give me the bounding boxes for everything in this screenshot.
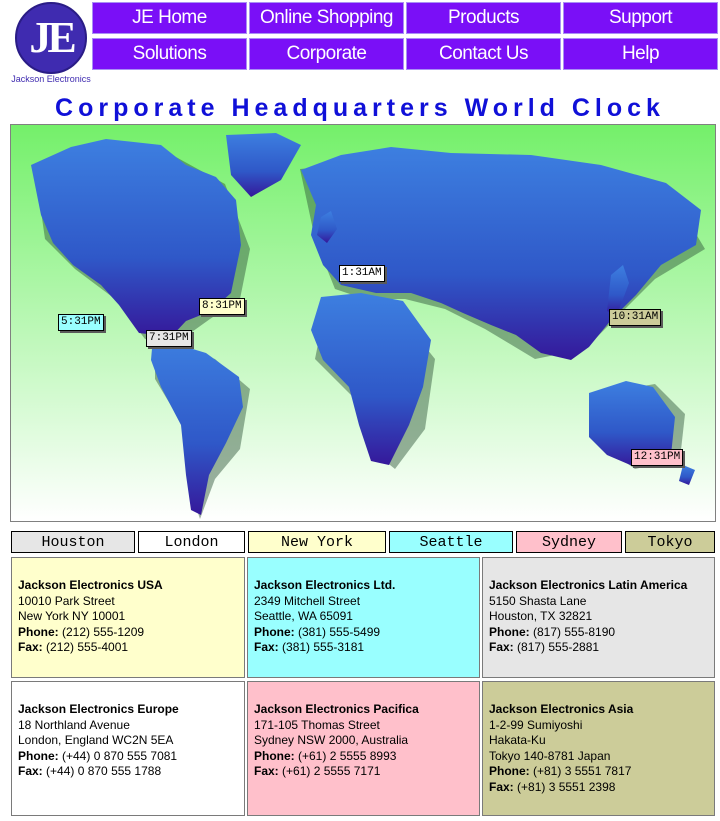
phone-number: (+44) 0 870 555 7081 xyxy=(58,748,178,763)
tab-tokyo[interactable]: Tokyo xyxy=(625,531,715,553)
phone-label: Phone: xyxy=(489,624,530,639)
fax-number: (381) 555-3181 xyxy=(278,640,365,655)
office-address-line: Tokyo 140-8781 Japan xyxy=(489,748,611,763)
office-address-line: Seattle, WA 65091 xyxy=(254,609,353,624)
fax-number: (212) 555-4001 xyxy=(42,640,129,655)
office-phone: Phone: (212) 555-1209 xyxy=(18,625,238,641)
office-address-line: 10010 Park Street xyxy=(18,593,115,608)
fax-label: Fax: xyxy=(254,764,279,779)
office-card-pacifica: Jackson Electronics Pacifica 171-105 Tho… xyxy=(247,681,480,816)
fax-label: Fax: xyxy=(18,764,43,779)
fax-number: (+81) 3 5551 2398 xyxy=(513,779,616,794)
office-name: Jackson Electronics USA xyxy=(18,578,163,592)
office-name: Jackson Electronics Asia xyxy=(489,702,634,716)
office-fax: Fax: (212) 555-4001 xyxy=(18,640,238,656)
nav-support-button[interactable]: Support xyxy=(563,2,718,34)
office-address-line: Houston, TX 32821 xyxy=(489,609,593,624)
office-card-latin-america: Jackson Electronics Latin America 5150 S… xyxy=(482,557,715,678)
fax-number: (+44) 0 870 555 1788 xyxy=(42,764,162,779)
office-name: Jackson Electronics Latin America xyxy=(489,578,688,592)
phone-number: (381) 555-5499 xyxy=(294,624,381,639)
office-address-line: London, England WC2N 5EA xyxy=(18,733,174,748)
office-fax: Fax: (+81) 3 5551 2398 xyxy=(489,780,708,796)
fax-label: Fax: xyxy=(18,640,43,655)
nav-je-home-button[interactable]: JE Home xyxy=(92,2,247,34)
page-title: Corporate Headquarters World Clock xyxy=(55,94,665,122)
office-phone: Phone: (381) 555-5499 xyxy=(254,625,473,641)
office-fax: Fax: (+61) 2 5555 7171 xyxy=(254,764,473,780)
tab-houston[interactable]: Houston xyxy=(11,531,135,553)
office-phone: Phone: (+61) 2 5555 8993 xyxy=(254,749,473,765)
phone-label: Phone: xyxy=(254,748,295,763)
company-logo[interactable]: JE Jackson Electronics xyxy=(10,2,92,84)
office-address-line: New York NY 10001 xyxy=(18,609,126,624)
tab-new-york[interactable]: New York xyxy=(248,531,386,553)
fax-label: Fax: xyxy=(254,640,279,655)
clock-tokyo-time: 10:31AM xyxy=(609,309,662,326)
office-name: Jackson Electronics Europe xyxy=(18,702,179,716)
office-address-line: 171-105 Thomas Street xyxy=(254,717,380,732)
office-card-ltd: Jackson Electronics Ltd. 2349 Mitchell S… xyxy=(247,557,480,678)
nav-corporate-button[interactable]: Corporate xyxy=(249,38,404,70)
clock-sydney-time: 12:31PM xyxy=(631,449,684,466)
office-fax: Fax: (817) 555-2881 xyxy=(489,640,708,656)
office-name: Jackson Electronics Ltd. xyxy=(254,578,396,592)
clock-seattle-time: 5:31PM xyxy=(58,314,104,331)
tab-london[interactable]: London xyxy=(138,531,245,553)
office-address-line: 5150 Shasta Lane xyxy=(489,593,587,608)
phone-label: Phone: xyxy=(18,748,59,763)
nav-products-button[interactable]: Products xyxy=(406,2,561,34)
fax-label: Fax: xyxy=(489,640,514,655)
clock-london-time: 1:31AM xyxy=(339,265,385,282)
logo-emblem: JE xyxy=(15,2,87,74)
office-address-line: 2349 Mitchell Street xyxy=(254,593,361,608)
nav-online-shopping-button[interactable]: Online Shopping xyxy=(249,2,404,34)
fax-number: (+61) 2 5555 7171 xyxy=(278,764,381,779)
office-address-line: Hakata-Ku xyxy=(489,733,546,748)
tab-seattle[interactable]: Seattle xyxy=(389,531,513,553)
office-phone: Phone: (+81) 3 5551 7817 xyxy=(489,764,708,780)
tab-sydney[interactable]: Sydney xyxy=(516,531,622,553)
office-card-europe: Jackson Electronics Europe 18 Northland … xyxy=(11,681,245,816)
office-card-usa: Jackson Electronics USA 10010 Park Stree… xyxy=(11,557,245,678)
logo-letters: JE xyxy=(29,13,76,62)
fax-number: (817) 555-2881 xyxy=(513,640,600,655)
office-phone: Phone: (+44) 0 870 555 7081 xyxy=(18,749,238,765)
clock-houston-time: 7:31PM xyxy=(146,330,192,347)
phone-label: Phone: xyxy=(489,764,530,779)
world-map: 5:31PM 7:31PM 8:31PM 1:31AM 10:31AM 12:3… xyxy=(10,124,716,522)
south-america-shape xyxy=(151,337,243,515)
phone-number: (817) 555-8190 xyxy=(529,624,616,639)
greenland-shape xyxy=(226,133,301,197)
phone-label: Phone: xyxy=(18,624,59,639)
phone-label: Phone: xyxy=(254,624,295,639)
office-address-line: 1-2-99 Sumiyoshi xyxy=(489,717,583,732)
phone-number: (+61) 2 5555 8993 xyxy=(294,748,397,763)
phone-number: (212) 555-1209 xyxy=(58,624,145,639)
nav-solutions-button[interactable]: Solutions xyxy=(92,38,247,70)
office-fax: Fax: (+44) 0 870 555 1788 xyxy=(18,764,238,780)
office-address-line: Sydney NSW 2000, Australia xyxy=(254,733,409,748)
clock-new-york-time: 8:31PM xyxy=(199,298,245,315)
office-fax: Fax: (381) 555-3181 xyxy=(254,640,473,656)
phone-number: (+81) 3 5551 7817 xyxy=(529,764,632,779)
nav-help-button[interactable]: Help xyxy=(563,38,718,70)
new-zealand-shape xyxy=(679,465,695,485)
office-card-asia: Jackson Electronics Asia 1-2-99 Sumiyosh… xyxy=(482,681,715,816)
office-address-line: 18 Northland Avenue xyxy=(18,717,130,732)
nav-contact-us-button[interactable]: Contact Us xyxy=(406,38,561,70)
office-name: Jackson Electronics Pacifica xyxy=(254,702,419,716)
main-navigation: JE Home Online Shopping Products Support… xyxy=(92,2,718,72)
office-phone: Phone: (817) 555-8190 xyxy=(489,625,708,641)
logo-company-name: Jackson Electronics xyxy=(11,74,91,84)
fax-label: Fax: xyxy=(489,779,514,794)
